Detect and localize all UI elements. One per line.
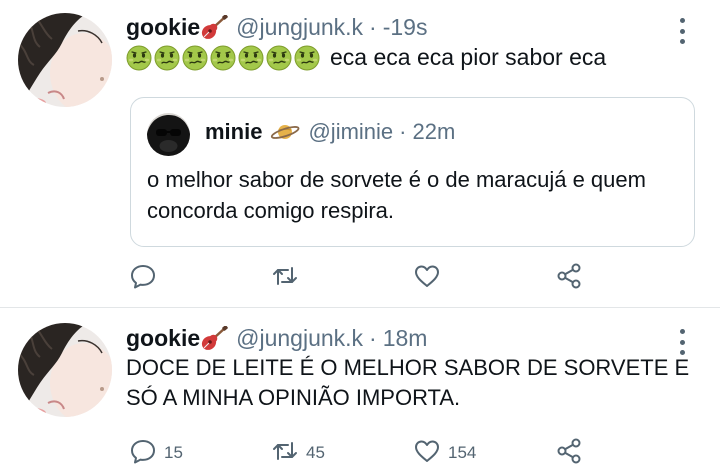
timestamp[interactable]: -19s <box>383 14 428 41</box>
share-nodes-icon <box>554 436 584 471</box>
tweet-text-content: eca eca eca pior sabor eca <box>330 44 607 70</box>
heart-icon <box>412 436 442 471</box>
tweet-header: gookie @jungjunk.k · 18m <box>126 324 428 352</box>
like-count: 154 <box>448 443 477 462</box>
nauseated-face-icon <box>182 45 208 70</box>
quote-header: minie @jiminie · 22m <box>205 119 455 145</box>
guitar-icon <box>200 13 228 41</box>
separator: · <box>369 14 377 40</box>
share-nodes-icon <box>554 261 584 296</box>
avatar[interactable] <box>18 13 112 107</box>
like-button[interactable]: 154 <box>412 435 476 471</box>
nauseated-face-icon <box>154 45 180 70</box>
display-name[interactable]: gookie <box>126 14 200 41</box>
quote-handle[interactable]: @jiminie <box>308 119 393 145</box>
reply-button[interactable] <box>128 260 164 296</box>
retweet-button[interactable]: 45 <box>270 435 325 471</box>
more-options-icon[interactable] <box>676 329 688 355</box>
ringed-planet-icon <box>270 122 300 142</box>
nauseated-face-icon <box>238 45 264 70</box>
tweet[interactable]: gookie @jungjunk.k · -19s eca eca eca pi… <box>0 0 720 308</box>
like-button[interactable] <box>412 260 448 296</box>
tweet-header: gookie @jungjunk.k · -19s <box>126 13 428 41</box>
speech-bubble-icon <box>128 261 158 296</box>
retweet-arrows-icon <box>270 436 300 471</box>
speech-bubble-icon <box>128 436 158 471</box>
quote-avatar[interactable] <box>147 113 190 156</box>
quote-timestamp[interactable]: 22m <box>412 119 455 145</box>
tweet-text: DOCE DE LEITE É O MELHOR SABOR DE SORVET… <box>126 355 690 410</box>
nauseated-face-icon <box>126 45 152 70</box>
separator: · <box>369 325 377 351</box>
nauseated-face-icon <box>266 45 292 70</box>
nauseated-face-icon <box>210 45 236 70</box>
quote-text: o melhor sabor de sorvete é o de maracuj… <box>147 167 646 223</box>
quote-separator: · <box>399 119 407 144</box>
display-name[interactable]: gookie <box>126 325 200 352</box>
heart-icon <box>412 261 442 296</box>
quoted-tweet[interactable]: minie @jiminie · 22m o melhor sabor de s… <box>130 97 695 247</box>
timestamp[interactable]: 18m <box>383 325 428 352</box>
action-bar: 15 45 154 <box>128 435 688 471</box>
nauseated-face-icon <box>294 45 320 70</box>
retweet-arrows-icon <box>270 261 300 296</box>
action-bar <box>128 260 688 296</box>
retweet-count: 45 <box>306 443 325 462</box>
emoji-row <box>126 45 320 71</box>
reply-count: 15 <box>164 443 183 462</box>
tweet-text: eca eca eca pior sabor eca <box>126 44 606 71</box>
guitar-icon <box>200 324 228 352</box>
avatar[interactable] <box>18 323 112 417</box>
handle[interactable]: @jungjunk.k <box>236 325 363 352</box>
share-button[interactable] <box>554 435 584 471</box>
tweet[interactable]: gookie @jungjunk.k · 18m DOCE DE LEITE É… <box>0 309 720 474</box>
share-button[interactable] <box>554 260 584 296</box>
reply-button[interactable]: 15 <box>128 435 183 471</box>
more-options-icon[interactable] <box>676 18 688 44</box>
retweet-button[interactable] <box>270 260 306 296</box>
handle[interactable]: @jungjunk.k <box>236 14 363 41</box>
quote-display-name[interactable]: minie <box>205 119 262 145</box>
